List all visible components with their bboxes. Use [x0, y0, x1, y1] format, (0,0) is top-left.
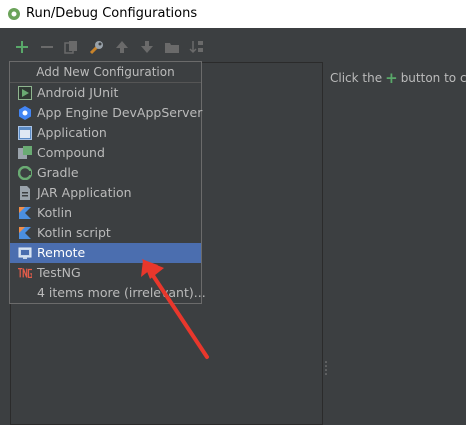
menu-item-compound[interactable]: Compound — [10, 143, 201, 163]
add-icon-inline: + — [385, 69, 398, 87]
copy-icon[interactable] — [62, 38, 80, 56]
compound-icon — [18, 146, 32, 159]
menu-item-label: Kotlin script — [37, 225, 111, 240]
menu-item-kotlin-script[interactable]: Kotlin script — [10, 223, 201, 243]
folder-icon[interactable] — [163, 38, 181, 56]
title-bar: Run/Debug Configurations — [0, 0, 466, 28]
menu-item-label: Gradle — [37, 165, 79, 180]
menu-item-gradle[interactable]: Gradle — [10, 163, 201, 183]
menu-item-label: Kotlin — [37, 205, 72, 220]
more-items-label: 4 items more (irrelevant)... — [37, 285, 206, 300]
menu-item-label: Android JUnit — [37, 85, 119, 100]
android-studio-icon — [8, 8, 20, 20]
menu-item-testng[interactable]: TestNG — [10, 263, 201, 283]
menu-item-kotlin[interactable]: Kotlin — [10, 203, 201, 223]
empty-hint: Click the + button to c — [330, 68, 466, 87]
splitter-handle[interactable] — [324, 360, 328, 376]
menu-item-label: Application — [37, 125, 107, 140]
kotlin-icon — [19, 207, 31, 219]
menu-item-jar-application[interactable]: JAR Application — [10, 183, 201, 203]
move-down-icon[interactable] — [138, 38, 156, 56]
remove-icon[interactable] — [38, 38, 56, 56]
menu-item-label: App Engine DevAppServer — [37, 105, 203, 120]
menu-item-app-engine[interactable]: App Engine DevAppServer — [10, 103, 203, 123]
jar-application-icon — [20, 186, 30, 200]
hint-text-before: Click the — [330, 71, 383, 85]
wrench-icon[interactable] — [88, 38, 106, 56]
app-engine-icon — [19, 106, 31, 120]
gradle-icon — [18, 166, 32, 180]
kotlin-script-icon — [19, 227, 31, 239]
menu-item-android-junit[interactable]: Android JUnit — [10, 83, 201, 103]
remote-icon — [18, 247, 32, 259]
menu-item-remote[interactable]: Remote — [10, 243, 201, 263]
menu-item-label: JAR Application — [37, 185, 132, 200]
menu-item-label: TestNG — [37, 265, 81, 280]
menu-item-label: Compound — [37, 145, 105, 160]
menu-item-application[interactable]: Application — [10, 123, 201, 143]
application-icon — [18, 126, 32, 140]
sort-icon[interactable] — [188, 38, 206, 56]
testng-icon — [18, 268, 32, 278]
add-icon[interactable] — [13, 38, 31, 56]
menu-item-label: Remote — [37, 245, 86, 260]
popup-header: Add New Configuration — [10, 62, 201, 83]
hint-text-after: button to c — [400, 71, 466, 85]
window-title: Run/Debug Configurations — [26, 6, 198, 21]
move-up-icon[interactable] — [113, 38, 131, 56]
add-configuration-popup: Add New Configuration Android JUnit App … — [9, 61, 206, 304]
menu-item-more[interactable]: 4 items more (irrelevant)... — [10, 283, 206, 303]
android-junit-icon — [18, 86, 32, 100]
toolbar — [0, 36, 466, 60]
